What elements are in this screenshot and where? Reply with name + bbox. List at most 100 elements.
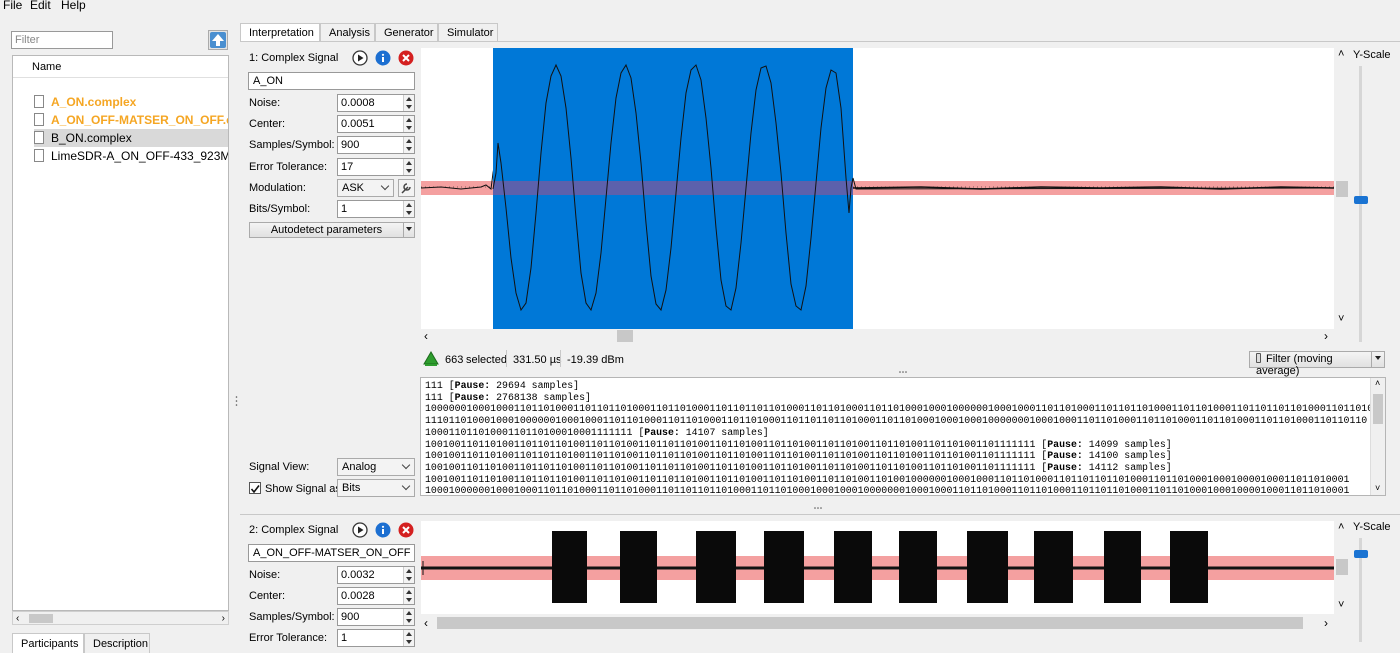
tab-participants[interactable]: Participants (12, 633, 84, 653)
graph-vertical-scrollbar[interactable]: ˄ ˅ (1335, 48, 1349, 329)
spin-arrows-icon[interactable] (403, 116, 414, 132)
decoded-vertical-scrollbar[interactable]: ˄ ˅ (1370, 378, 1385, 495)
menu-edit[interactable]: Edit (30, 0, 51, 12)
spin-arrows-icon[interactable] (403, 159, 414, 175)
signal-view-select[interactable]: Analog (337, 458, 415, 476)
decoded-lines: 111 [Pause: 29694 samples] 111 [Pause: 27… (425, 380, 1385, 496)
scroll-right-icon[interactable]: › (1324, 616, 1328, 630)
play-icon[interactable] (352, 522, 368, 538)
graph-vertical-scrollbar[interactable]: ˄ ˅ (1335, 521, 1349, 614)
signal-name-field[interactable]: A_ON_OFF-MATSER_ON_OFF (248, 544, 415, 562)
decoded-line: 1001001101101001101101101001101101001101… (425, 450, 1367, 462)
file-icon (34, 131, 44, 144)
tab-analysis[interactable]: Analysis (320, 23, 375, 41)
decoded-text: 1000100000010001000110110100011011010001… (425, 485, 1350, 496)
signal-graph[interactable] (421, 521, 1334, 614)
scroll-left-icon[interactable]: ‹ (16, 613, 19, 624)
tab-generator[interactable]: Generator (375, 23, 438, 41)
signal-name-field[interactable]: A_ON (248, 72, 415, 90)
splitter-handle-icon[interactable] (898, 370, 908, 374)
graph-horizontal-scrollbar[interactable]: ‹ › (421, 616, 1334, 630)
file-item[interactable]: B_ON.complex (34, 129, 228, 147)
tab-simulator[interactable]: Simulator (438, 23, 498, 41)
play-icon[interactable] (352, 50, 368, 66)
spin-arrows-icon[interactable] (403, 567, 414, 583)
chevron-up-icon[interactable]: ˄ (1338, 48, 1344, 60)
show-signal-as-select[interactable]: Bits (337, 479, 415, 497)
filter-input[interactable] (11, 31, 113, 49)
menu-help[interactable]: Help (61, 0, 86, 12)
chevron-down-icon[interactable]: ˅ (1338, 313, 1344, 325)
close-icon[interactable] (398, 522, 414, 538)
spin-arrows-icon[interactable] (403, 95, 414, 111)
spin-arrows-icon[interactable] (403, 137, 414, 153)
file-item[interactable]: LimeSDR-A_ON_OFF-433_923MHz-2.complex (34, 147, 228, 165)
samples-per-symbol-spinbox[interactable]: 900 (337, 136, 415, 154)
triangle-up-icon[interactable] (423, 351, 439, 367)
close-icon[interactable] (398, 50, 414, 66)
scroll-thumb[interactable] (1336, 181, 1348, 197)
y-scale-label: Y-Scale (1353, 521, 1391, 533)
panel-splitter[interactable] (235, 395, 238, 407)
file-tree[interactable]: Name A_ON.complex A_ON_OFF-MATSER_ON_OFF… (12, 55, 229, 611)
chevron-down-icon[interactable]: ˅ (1338, 599, 1344, 611)
scroll-thumb[interactable] (617, 330, 633, 342)
tree-header-name[interactable]: Name (13, 56, 228, 78)
decoded-bits-view[interactable]: 111 [Pause: 29694 samples] 111 [Pause: 27… (420, 377, 1386, 496)
info-icon[interactable] (375, 522, 391, 538)
info-icon[interactable] (375, 50, 391, 66)
modulation-value: ASK (342, 182, 365, 194)
tab-interpretation[interactable]: Interpretation (240, 23, 320, 42)
bits-per-symbol-spinbox[interactable]: 1 (337, 200, 415, 218)
spin-arrows-icon[interactable] (403, 609, 414, 625)
y-scale-slider-handle[interactable] (1354, 196, 1368, 204)
tab-description[interactable]: Description (84, 633, 150, 653)
file-item[interactable]: A_ON.complex (34, 93, 228, 111)
scroll-right-icon[interactable]: › (1324, 329, 1328, 343)
scroll-thumb[interactable] (29, 614, 53, 623)
err-value: 1 (341, 632, 348, 644)
error-tolerance-spinbox[interactable]: 1 (337, 629, 415, 647)
spin-arrows-icon[interactable] (403, 588, 414, 604)
spin-arrows-icon[interactable] (403, 630, 414, 646)
scroll-up-icon[interactable]: ˄ (1375, 378, 1380, 390)
y-scale-slider-track[interactable] (1359, 66, 1362, 342)
noise-spinbox[interactable]: 0.0032 (337, 566, 415, 584)
wrench-icon[interactable] (398, 179, 415, 197)
arrow-up-icon (210, 32, 226, 48)
chevron-up-icon[interactable]: ˄ (1338, 521, 1344, 533)
modulation-select[interactable]: ASK (337, 179, 394, 197)
noise-spinbox[interactable]: 0.0008 (337, 94, 415, 112)
noise-label: Noise: (249, 97, 281, 109)
chevron-down-icon (401, 460, 411, 470)
signal-graph[interactable] (421, 48, 1334, 329)
tree-horizontal-scrollbar[interactable]: ‹ › (12, 611, 229, 625)
show-signal-checkbox[interactable] (249, 482, 261, 494)
filter-menu-button[interactable] (1371, 351, 1385, 368)
splitter-handle-icon[interactable] (813, 506, 823, 510)
scroll-left-icon[interactable]: ‹ (424, 329, 428, 343)
samples-per-symbol-spinbox[interactable]: 900 (337, 608, 415, 626)
show-signal-as-value: Bits (342, 482, 361, 494)
graph-horizontal-scrollbar[interactable]: ‹ › (421, 329, 1334, 343)
file-item[interactable]: A_ON_OFF-MATSER_ON_OFF.complex (34, 111, 228, 129)
show-signal-label: Show Signal as (265, 483, 341, 495)
scroll-down-icon[interactable]: ˅ (1375, 483, 1380, 495)
spin-arrows-icon[interactable] (403, 201, 414, 217)
scroll-thumb[interactable] (437, 617, 1303, 629)
menu-file[interactable]: File (3, 0, 22, 12)
error-tolerance-spinbox[interactable]: 17 (337, 158, 415, 176)
file-icon (34, 149, 44, 162)
center-spinbox[interactable]: 0.0051 (337, 115, 415, 133)
decoded-text: 14112 samples] (1082, 461, 1172, 473)
scroll-thumb[interactable] (1336, 559, 1348, 575)
y-scale-slider-handle[interactable] (1354, 550, 1368, 558)
scroll-thumb[interactable] (1373, 394, 1383, 424)
scroll-right-icon[interactable]: › (222, 613, 225, 624)
up-directory-button[interactable] (208, 30, 228, 50)
autodetect-button[interactable]: Autodetect parameters (249, 222, 404, 238)
filter-button[interactable]: Filter (moving average) (1249, 351, 1372, 377)
scroll-left-icon[interactable]: ‹ (424, 616, 428, 630)
autodetect-menu-button[interactable] (403, 222, 415, 238)
center-spinbox[interactable]: 0.0028 (337, 587, 415, 605)
